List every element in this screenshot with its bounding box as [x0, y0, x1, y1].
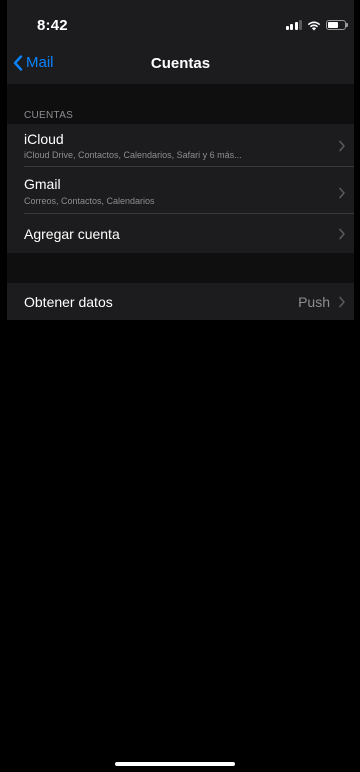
home-indicator[interactable]	[115, 762, 235, 766]
fetch-data-label: Obtener datos	[24, 294, 113, 310]
battery-icon	[326, 20, 348, 30]
status-time: 8:42	[37, 17, 68, 34]
fetch-group: Obtener datos Push	[7, 283, 354, 320]
add-account-label: Agregar cuenta	[24, 226, 120, 242]
status-bar: 8:42	[7, 0, 354, 46]
navigation-bar: Mail Cuentas	[7, 46, 354, 84]
account-subtitle: Correos, Contactos, Calendarios	[24, 196, 155, 206]
account-row-icloud[interactable]: iCloud iCloud Drive, Contactos, Calendar…	[7, 124, 354, 167]
cellular-signal-icon	[285, 20, 302, 30]
settings-screen: 8:42 Mail Cuentas CUENTAS iCloud iCloud …	[7, 0, 354, 772]
accounts-group: iCloud iCloud Drive, Contactos, Calendar…	[7, 124, 354, 253]
account-row-gmail[interactable]: Gmail Correos, Contactos, Calendarios	[7, 167, 354, 214]
chevron-right-icon	[339, 296, 345, 308]
section-header: CUENTAS	[24, 110, 74, 121]
wifi-icon	[307, 21, 321, 30]
page-title: Cuentas	[150, 55, 211, 72]
account-subtitle: iCloud Drive, Contactos, Calendarios, Sa…	[24, 150, 242, 160]
add-account-row[interactable]: Agregar cuenta	[7, 214, 354, 253]
status-icons	[285, 18, 348, 32]
account-title: Gmail	[24, 176, 61, 192]
fetch-data-value: Push	[298, 294, 330, 310]
chevron-right-icon	[339, 140, 345, 152]
fetch-data-row[interactable]: Obtener datos Push	[7, 283, 354, 320]
account-title: iCloud	[24, 131, 64, 147]
chevron-right-icon	[339, 187, 345, 199]
chevron-right-icon	[339, 228, 345, 240]
